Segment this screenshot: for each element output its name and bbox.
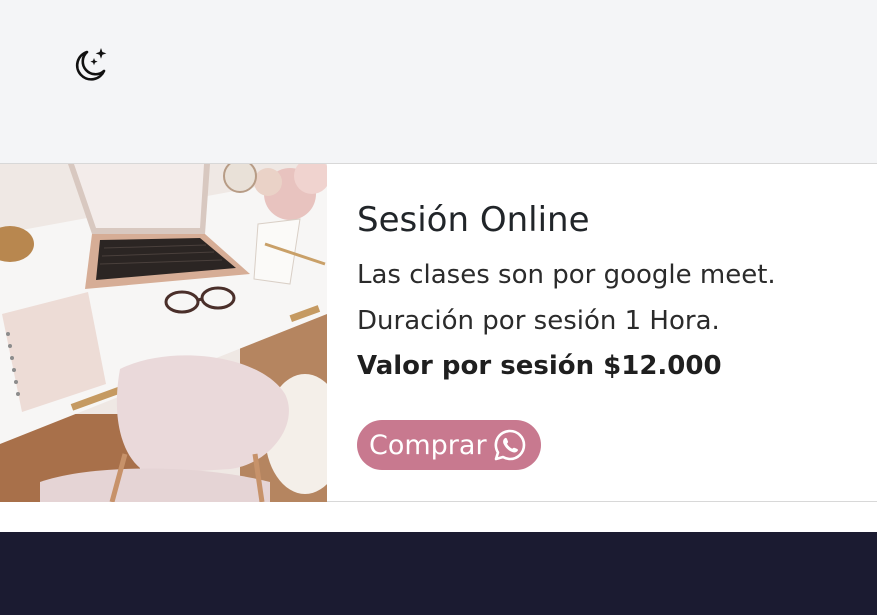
laptop-desk-photo <box>0 164 327 502</box>
buy-button-label: Comprar <box>369 429 487 461</box>
top-header <box>0 0 877 163</box>
footer <box>0 532 877 615</box>
buy-button[interactable]: Comprar <box>357 420 541 470</box>
moon-stars-icon <box>75 48 107 81</box>
card-price: Valor por sesión $12.000 <box>357 351 722 381</box>
session-photo <box>0 164 327 502</box>
card-text-duration: Duración por sesión 1 Hora. <box>357 306 720 336</box>
theme-toggle-button[interactable] <box>68 44 112 88</box>
card-title: Sesión Online <box>357 200 590 240</box>
card-body: Sesión Online Las clases son por google … <box>357 200 857 388</box>
session-card: Sesión Online Las clases son por google … <box>0 163 877 502</box>
card-text-platform: Las clases son por google meet. <box>357 260 776 290</box>
whatsapp-icon <box>494 429 525 461</box>
